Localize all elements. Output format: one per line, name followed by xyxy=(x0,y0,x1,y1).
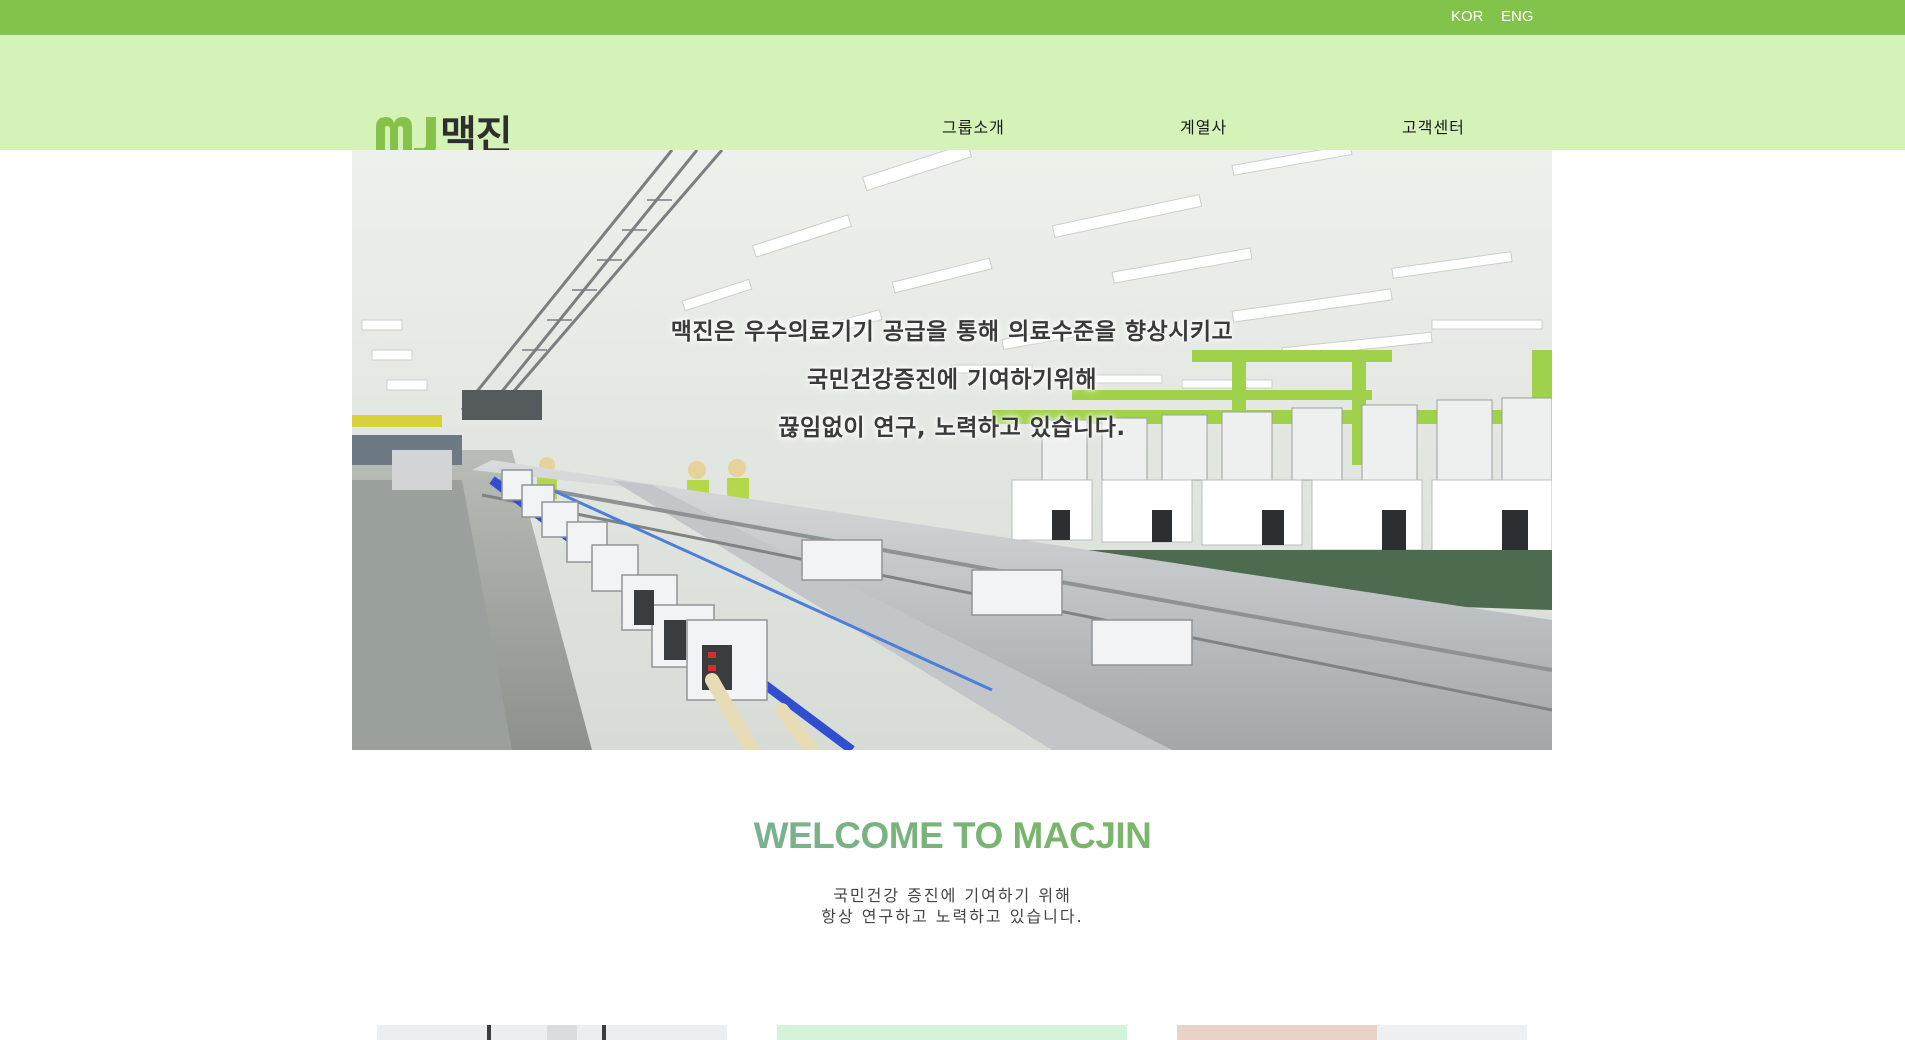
feature-card-2[interactable] xyxy=(777,1025,1127,1040)
doctor-photo-image xyxy=(377,1025,727,1040)
top-utility-bar: KOR ENG xyxy=(0,0,1905,35)
feature-card-3[interactable] xyxy=(1177,1025,1527,1040)
nav-affiliates[interactable]: 계열사 xyxy=(1180,114,1227,138)
feature-card-1[interactable] xyxy=(377,1025,727,1040)
hero-caption-line-1: 맥진은 우수의료기기 공급을 통해 의료수준을 향상시키고 xyxy=(670,319,1234,345)
hero-caption-line-2: 국민건강증진에 기여하기위해 xyxy=(806,367,1098,393)
product-photo-image xyxy=(1177,1025,1527,1040)
lang-kor-link[interactable]: KOR xyxy=(1451,8,1484,25)
nav-customer-center[interactable]: 고객센터 xyxy=(1402,114,1465,138)
site-header: 맥진 그룹소개 계열사 고객센터 xyxy=(0,35,1905,159)
lang-eng-link[interactable]: ENG xyxy=(1501,8,1534,25)
welcome-heading: WELCOME TO MACJIN xyxy=(0,815,1905,857)
hero-caption-line-3: 끊임없이 연구, 노력하고 있습니다. xyxy=(778,415,1126,441)
nav-group-intro[interactable]: 그룹소개 xyxy=(942,114,1005,138)
hero-banner: 맥진은 우수의료기기 공급을 통해 의료수준을 향상시키고 국민건강증진에 기여… xyxy=(352,150,1552,750)
welcome-subtext-line-2: 항상 연구하고 노력하고 있습니다. xyxy=(821,907,1084,926)
factory-photo xyxy=(352,150,1552,750)
